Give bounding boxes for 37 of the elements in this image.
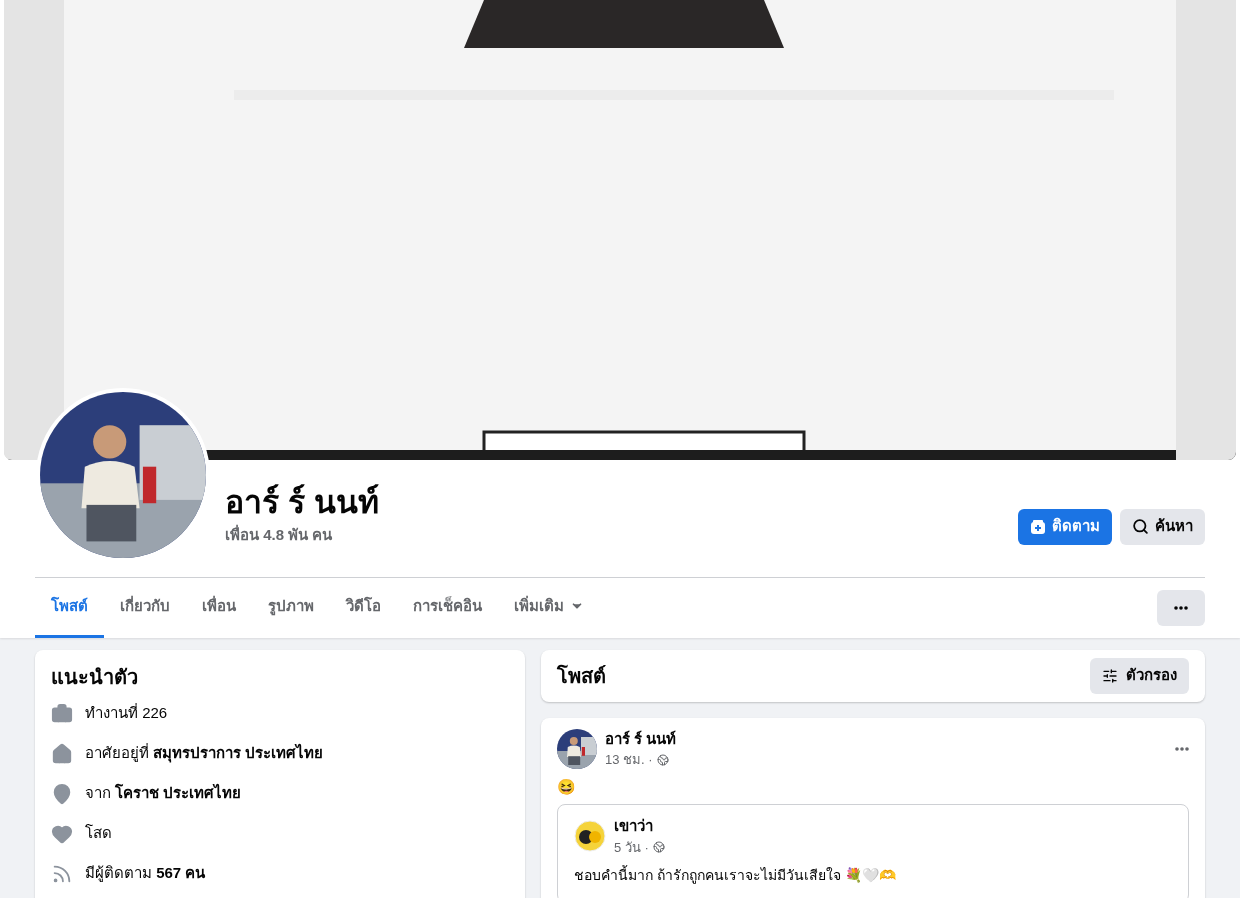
intro-text: จาก โคราช ประเทศไทย [85,782,242,804]
globe-icon [656,753,669,766]
filter-button[interactable]: ตัวกรอง [1090,657,1189,694]
intro-text: มีผู้ติดตาม 567 คน [85,863,206,884]
search-button[interactable]: ค้นหา [1120,508,1205,545]
intro-title: แนะนำตัว [51,664,139,690]
profile-tab[interactable]: วิดีโอ [330,577,397,638]
briefcase-icon [51,702,73,725]
intro-text: ทำงานที่ 226 [85,702,168,724]
profile-tab[interactable]: เพิ่มเติม [498,577,600,638]
post-text: 😆 [557,776,577,797]
shared-author[interactable]: เขาว่า [614,815,665,838]
profile-tab[interactable]: รูปภาพ [252,577,330,638]
filter-icon [1102,667,1118,684]
profile-name: อาร์ ร์ นนท์ [225,483,380,522]
posts-title: โพสต์ [557,663,606,689]
follow-button[interactable]: ติดตาม [1018,508,1112,545]
page-logo [574,820,606,852]
more-icon [1174,605,1188,610]
pin-icon [51,782,73,805]
globe-icon [652,841,665,854]
shared-text: ชอบคำนี้มาก ถ้ารักถูกคนเราจะไม่มีวันเสียใจ 💐🤍🫶 [574,865,897,886]
post-author[interactable]: อาร์ ร์ นนท์ [605,727,1167,750]
follow-icon [1030,518,1046,535]
post-time[interactable]: 13 ชม. · [605,750,653,770]
friends-count: เพื่อน 4.8 พัน คน [225,524,334,545]
intro-text: โสด [85,823,112,844]
profile-tab[interactable]: โพสต์ [35,577,104,638]
shared-time[interactable]: 5 วัน · [614,837,649,857]
profile-tab[interactable]: เกี่ยวกับ [104,577,186,638]
more-icon[interactable] [1175,746,1189,751]
intro-text: อาศัยอยู่ที่ สมุทรปราการ ประเทศไทย [85,742,324,765]
profile-tab[interactable]: เพื่อน [186,577,252,638]
profile-tab[interactable]: การเช็คอิน [397,577,498,638]
more-button[interactable] [1157,589,1205,626]
house-icon [51,742,73,765]
search-icon [1132,518,1149,535]
